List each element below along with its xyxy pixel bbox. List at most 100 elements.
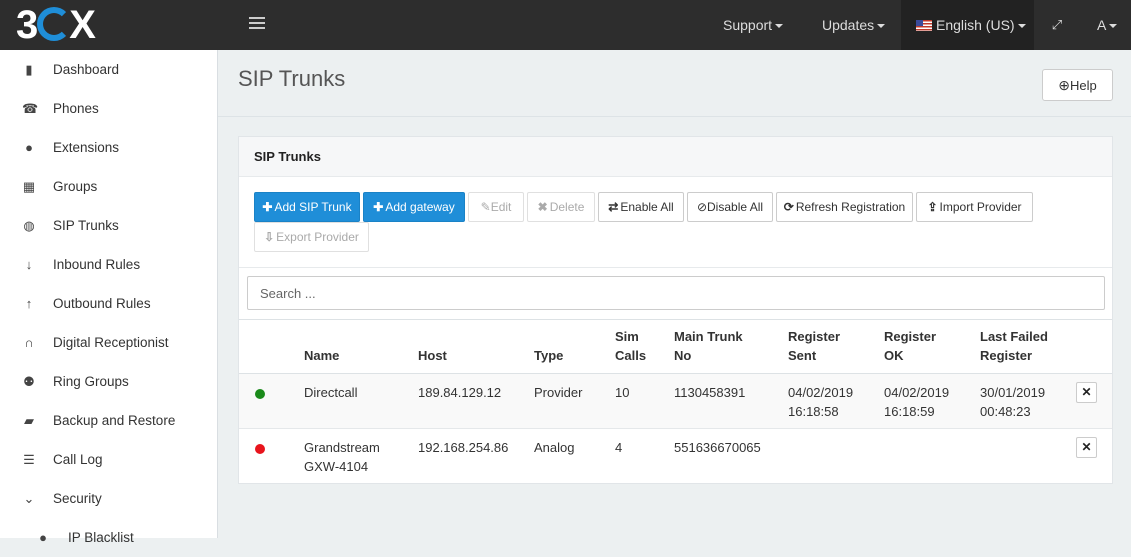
sidebar-item-extensions[interactable]: ● Extensions bbox=[0, 128, 217, 167]
trunk-host: 192.168.254.86 bbox=[418, 440, 509, 455]
bar-chart-icon: ▮ bbox=[25, 62, 33, 77]
toolbar-divider bbox=[239, 267, 1112, 268]
table-row[interactable]: Directcall 189.84.129.12 Provider 10 113… bbox=[239, 374, 1112, 429]
refresh-registration-label: Refresh Registration bbox=[795, 200, 906, 214]
sidebar-item-inbound-rules[interactable]: ↓ Inbound Rules bbox=[0, 245, 217, 284]
support-menu[interactable]: Support bbox=[711, 0, 795, 50]
delete-row-button[interactable]: ✕ bbox=[1076, 437, 1097, 458]
header-line: No bbox=[674, 348, 692, 363]
sidebar-item-label: Digital Receptionist bbox=[53, 335, 169, 350]
users-icon: ⚉ bbox=[23, 374, 35, 389]
fullscreen-icon[interactable]: ⤢ bbox=[1038, 0, 1076, 50]
add-gateway-button[interactable]: ✚ Add gateway bbox=[363, 192, 465, 222]
disable-all-label: Disable All bbox=[707, 200, 764, 214]
sidebar-item-outbound-rules[interactable]: ↑ Outbound Rules bbox=[0, 284, 217, 323]
sidebar-item-dashboard[interactable]: ▮ Dashboard bbox=[0, 50, 217, 89]
sidebar-item-label: Ring Groups bbox=[53, 374, 129, 389]
3cx-logo[interactable]: 3X bbox=[16, 4, 96, 46]
updates-menu[interactable]: Updates bbox=[810, 0, 897, 50]
date-line: 30/01/2019 bbox=[980, 385, 1046, 400]
edit-button[interactable]: ✎Edit bbox=[468, 192, 524, 222]
header-host[interactable]: Host bbox=[418, 346, 447, 365]
header-main-trunk-no[interactable]: Main Trunk No bbox=[674, 327, 743, 365]
sidebar-item-phones[interactable]: ☎ Phones bbox=[0, 89, 217, 128]
name-line: GXW-4104 bbox=[304, 459, 369, 474]
time-line: 00:48:23 bbox=[980, 404, 1031, 419]
enable-all-label: Enable All bbox=[620, 200, 674, 214]
top-navbar: 3X Support Updates English (US) ⤢ A bbox=[0, 0, 1131, 50]
trunk-main-number: 1130458391 bbox=[674, 385, 746, 400]
updates-label: Updates bbox=[822, 17, 875, 33]
sidebar-item-groups[interactable]: ▦ Groups bbox=[0, 167, 217, 206]
enable-all-button[interactable]: ⇄ Enable All bbox=[598, 192, 684, 222]
caret-down-icon bbox=[877, 24, 886, 29]
shuffle-icon: ⇄ bbox=[608, 200, 619, 214]
header-last-failed-register[interactable]: Last Failed Register bbox=[980, 327, 1048, 365]
delete-button[interactable]: ✖ Delete bbox=[527, 192, 595, 222]
sidebar-item-label: Call Log bbox=[53, 452, 103, 467]
sidebar-item-label: Groups bbox=[53, 179, 98, 194]
disable-all-button[interactable]: ⊘Disable All bbox=[687, 192, 773, 222]
sidebar-item-label: Phones bbox=[53, 101, 99, 116]
trunk-host: 189.84.129.12 bbox=[418, 385, 502, 400]
table-row[interactable]: Grandstream GXW-4104 192.168.254.86 Anal… bbox=[239, 429, 1112, 484]
user-menu[interactable]: A bbox=[1085, 0, 1129, 50]
support-label: Support bbox=[723, 17, 773, 33]
refresh-icon: ⟳ bbox=[783, 200, 794, 214]
trunk-sim-calls: 4 bbox=[615, 440, 623, 455]
sidebar-item-sip-trunks[interactable]: ◍ SIP Trunks bbox=[0, 206, 217, 245]
header-line: Register bbox=[788, 329, 841, 344]
sidebar: ▮ Dashboard ☎ Phones ● Extensions ▦ Grou… bbox=[0, 50, 218, 545]
sidebar-item-label: Security bbox=[53, 491, 102, 506]
search-input[interactable] bbox=[247, 276, 1105, 310]
user-label: A bbox=[1097, 17, 1107, 33]
add-sip-trunk-button[interactable]: ✚ Add SIP Trunk bbox=[254, 192, 360, 222]
plus-icon: ✚ bbox=[373, 200, 384, 214]
sidebar-item-label: Outbound Rules bbox=[53, 296, 151, 311]
header-line: Calls bbox=[615, 348, 647, 363]
sidebar-item-digital-receptionist[interactable]: ∩ Digital Receptionist bbox=[0, 323, 217, 362]
caret-down-icon bbox=[775, 24, 784, 29]
sidebar-item-label: Extensions bbox=[53, 140, 120, 155]
sidebar-item-security[interactable]: ⌄ Security bbox=[0, 479, 217, 518]
export-provider-label: Export Provider bbox=[276, 230, 359, 244]
arrow-up-icon: ↑ bbox=[25, 296, 33, 311]
language-menu[interactable]: English (US) bbox=[901, 0, 1034, 50]
sip-trunks-panel: SIP Trunks ✚ Add SIP Trunk ✚ Add gateway ✎… bbox=[238, 136, 1113, 484]
list-icon: ☰ bbox=[23, 452, 35, 467]
menu-toggle-icon[interactable] bbox=[249, 17, 265, 31]
us-flag-icon bbox=[916, 20, 932, 31]
edit-label: Edit bbox=[490, 200, 512, 214]
page-title: SIP Trunks bbox=[238, 66, 346, 91]
sidebar-item-ring-groups[interactable]: ⚉ Ring Groups bbox=[0, 362, 217, 401]
header-register-sent[interactable]: Register Sent bbox=[788, 327, 840, 365]
caret-down-icon bbox=[1017, 24, 1026, 29]
caret-down-icon bbox=[1109, 24, 1118, 29]
chevron-down-icon: ⌄ bbox=[23, 491, 35, 506]
arrow-down-icon: ↓ bbox=[25, 257, 33, 272]
header-type[interactable]: Type bbox=[534, 346, 563, 365]
header-sim-calls[interactable]: Sim Calls bbox=[615, 327, 646, 365]
add-gateway-label: Add gateway bbox=[385, 200, 455, 214]
sidebar-item-backup-and-restore[interactable]: ▰ Backup and Restore bbox=[0, 401, 217, 440]
sidebar-item-call-log[interactable]: ☰ Call Log bbox=[0, 440, 217, 479]
grid-icon: ▦ bbox=[22, 179, 36, 194]
header-register-ok[interactable]: Register OK bbox=[884, 327, 936, 365]
globe-icon: ◍ bbox=[23, 218, 35, 233]
delete-label: Delete bbox=[549, 200, 585, 214]
help-button[interactable]: ⊕Help bbox=[1042, 69, 1113, 101]
refresh-registration-button[interactable]: ⟳ Refresh Registration bbox=[776, 192, 913, 222]
panel-title: SIP Trunks bbox=[239, 137, 1112, 177]
header-name[interactable]: Name bbox=[304, 346, 339, 365]
delete-row-button[interactable]: ✕ bbox=[1076, 382, 1097, 403]
add-sip-trunk-label: Add SIP Trunk bbox=[274, 200, 352, 214]
export-provider-button[interactable]: ⇩ Export Provider bbox=[254, 222, 369, 252]
sidebar-item-label: Dashboard bbox=[53, 62, 120, 77]
time-line: 16:18:58 bbox=[788, 404, 839, 419]
date-line: 04/02/2019 bbox=[788, 385, 854, 400]
trunk-main-number: 551636670065 bbox=[674, 440, 761, 455]
import-provider-button[interactable]: ⇪ Import Provider bbox=[916, 192, 1033, 222]
time-line: 16:18:59 bbox=[884, 404, 935, 419]
sidebar-item-label: Backup and Restore bbox=[53, 413, 176, 428]
help-label: Help bbox=[1069, 78, 1097, 93]
